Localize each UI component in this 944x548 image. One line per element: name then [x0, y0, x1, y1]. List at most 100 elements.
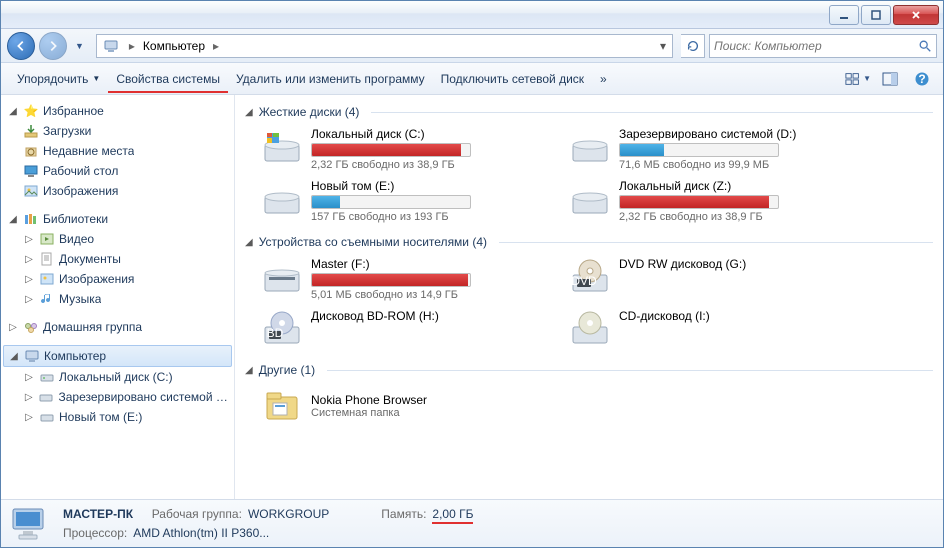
tree-videos[interactable]: ▷Видео	[3, 229, 232, 249]
tree-music[interactable]: ▷Музыка	[3, 289, 232, 309]
drive-name: Зарезервировано системой (D:)	[619, 127, 849, 141]
category-hdd[interactable]: ◢Жесткие диски (4)	[245, 105, 933, 119]
tree-drive-d[interactable]: ▷Зарезервировано системой (D:)	[3, 387, 232, 407]
downloads-icon	[23, 123, 39, 139]
expand-icon: ▷	[23, 391, 34, 403]
tree-documents[interactable]: ▷Документы	[3, 249, 232, 269]
system-properties-button[interactable]: Свойства системы	[108, 66, 228, 92]
navigation-pane: ◢⭐Избранное Загрузки Недавние места Рабо…	[1, 95, 235, 499]
drive-icon	[569, 179, 611, 221]
collapse-icon: ◢	[245, 237, 253, 248]
drive-icon	[261, 179, 303, 221]
recent-icon	[23, 143, 39, 159]
drive-item[interactable]: Зарезервировано системой (D:) 71,6 МБ сво…	[569, 127, 849, 171]
tree-downloads[interactable]: Загрузки	[3, 121, 232, 141]
drive-item[interactable]: DVD DVD RW дисковод (G:)	[569, 257, 849, 301]
collapse-icon: ◢	[7, 105, 19, 117]
breadcrumb-computer[interactable]: Компьютер	[139, 35, 209, 57]
drive-name: Master (F:)	[311, 257, 541, 271]
desktop-icon	[23, 163, 39, 179]
computer-large-icon	[9, 503, 51, 545]
close-button[interactable]	[893, 5, 939, 25]
tree-drive-c[interactable]: ▷Локальный диск (C:)	[3, 367, 232, 387]
music-icon	[39, 291, 55, 307]
drive-icon	[569, 309, 611, 351]
category-other[interactable]: ◢Другие (1)	[245, 363, 933, 377]
drive-free-text: 2,32 ГБ свободно из 38,9 ГБ	[619, 211, 849, 223]
drive-icon: DVD	[569, 257, 611, 299]
folder-icon	[261, 385, 303, 427]
collapse-icon: ◢	[245, 107, 253, 118]
expand-icon: ▷	[7, 321, 19, 333]
drive-free-text: 5,01 МБ свободно из 14,9 ГБ	[311, 289, 541, 301]
drive-item[interactable]: CD-дисковод (I:)	[569, 309, 849, 351]
usage-bar	[619, 195, 779, 209]
svg-text:BD: BD	[267, 326, 284, 340]
window-titlebar	[1, 1, 943, 29]
address-bar[interactable]: ▸ Компьютер ▸ ▾	[96, 34, 673, 58]
command-bar: Упорядочить▼ Свойства системы Удалить ил…	[1, 63, 943, 95]
drive-item[interactable]: Master (F:) 5,01 МБ свободно из 14,9 ГБ	[261, 257, 541, 301]
tree-drive-e[interactable]: ▷Новый том (E:)	[3, 407, 232, 427]
expand-icon: ▷	[23, 371, 35, 383]
back-button[interactable]	[7, 32, 35, 60]
content-pane: ◢Жесткие диски (4) Локальный диск (C:)2,…	[235, 95, 943, 499]
cpu-label: Процессор:	[63, 526, 127, 540]
history-dropdown[interactable]: ▼	[75, 41, 84, 51]
tree-homegroup[interactable]: ▷Домашняя группа	[3, 317, 232, 337]
category-removable[interactable]: ◢Устройства со съемными носителями (4)	[245, 235, 933, 249]
drive-name: Дисковод BD-ROM (H:)	[311, 309, 541, 323]
address-dropdown[interactable]: ▾	[654, 39, 672, 53]
search-box[interactable]	[709, 34, 937, 58]
computer-icon	[101, 36, 121, 56]
tree-computer[interactable]: ◢Компьютер	[3, 345, 232, 367]
hdd-icon	[38, 389, 54, 405]
search-input[interactable]	[714, 39, 918, 53]
organize-button[interactable]: Упорядочить▼	[9, 66, 108, 92]
tree-pictures-fav[interactable]: Изображения	[3, 181, 232, 201]
drive-name: Локальный диск (Z:)	[619, 179, 849, 193]
usage-bar	[311, 273, 471, 287]
tree-pictures[interactable]: ▷Изображения	[3, 269, 232, 289]
chevron-right-icon[interactable]: ▸	[209, 35, 223, 57]
collapse-icon: ◢	[245, 365, 253, 376]
item-name: Nokia Phone Browser	[311, 393, 427, 407]
drive-item[interactable]: Новый том (E:)157 ГБ свободно из 193 ГБ	[261, 179, 541, 223]
maximize-button[interactable]	[861, 5, 891, 25]
overflow-button[interactable]: »	[592, 66, 615, 92]
drive-free-text: 71,6 МБ свободно из 99,9 МБ	[619, 159, 849, 171]
drive-name: DVD RW дисковод (G:)	[619, 257, 849, 271]
preview-pane-button[interactable]	[877, 68, 903, 90]
minimize-button[interactable]	[829, 5, 859, 25]
usage-bar	[619, 143, 779, 157]
documents-icon	[39, 251, 55, 267]
map-network-drive-button[interactable]: Подключить сетевой диск	[433, 66, 592, 92]
uninstall-program-button[interactable]: Удалить или изменить программу	[228, 66, 433, 92]
memory-label: Память:	[381, 507, 426, 521]
chevron-right-icon[interactable]: ▸	[125, 35, 139, 57]
expand-icon: ▷	[23, 293, 35, 305]
drive-name: Новый том (E:)	[311, 179, 541, 193]
tree-desktop[interactable]: Рабочий стол	[3, 161, 232, 181]
expand-icon: ▷	[23, 253, 35, 265]
drive-icon: BD	[261, 309, 303, 351]
refresh-button[interactable]	[681, 34, 705, 58]
usage-bar	[311, 195, 471, 209]
expand-icon: ▷	[23, 411, 35, 423]
help-button[interactable]: ?	[909, 68, 935, 90]
tree-favorites[interactable]: ◢⭐Избранное	[3, 101, 232, 121]
drive-item[interactable]: Локальный диск (C:)2,32 ГБ свободно из 3…	[261, 127, 541, 171]
tree-recent[interactable]: Недавние места	[3, 141, 232, 161]
forward-button[interactable]	[39, 32, 67, 60]
details-pane: МАСТЕР-ПК Рабочая группа: WORKGROUPПамят…	[1, 499, 943, 547]
chevron-down-icon: ▼	[92, 74, 100, 83]
drive-item[interactable]: BD Дисковод BD-ROM (H:)	[261, 309, 541, 351]
view-options-button[interactable]: ▼	[845, 68, 871, 90]
drive-item[interactable]: Локальный диск (Z:) 2,32 ГБ свободно из 3…	[569, 179, 849, 223]
drive-icon	[261, 127, 303, 169]
drive-name: Локальный диск (C:)	[311, 127, 541, 141]
cpu-value: AMD Athlon(tm) II P360...	[133, 526, 269, 540]
navigation-bar: ▼ ▸ Компьютер ▸ ▾	[1, 29, 943, 63]
tree-libraries[interactable]: ◢Библиотеки	[3, 209, 232, 229]
other-item[interactable]: Nokia Phone BrowserСистемная папка	[261, 385, 541, 427]
